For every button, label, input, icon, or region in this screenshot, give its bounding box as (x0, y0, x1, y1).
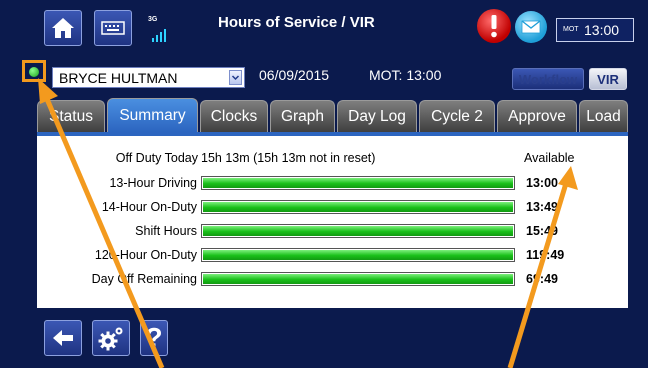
help-button[interactable]: ? (140, 320, 168, 356)
duty-clock-label: 13-Hour Driving (109, 176, 197, 190)
off-duty-value: 15h 13m (15h 13m not in reset) (201, 151, 376, 165)
duty-clock-value: 15:49 (526, 224, 558, 238)
duty-clock-label: Day Off Remaining (91, 272, 197, 286)
settings-button[interactable] (92, 320, 130, 356)
duty-clock-row: 120-Hour On-Duty 119:49 (37, 246, 628, 266)
alert-icon[interactable] (476, 8, 512, 44)
vir-button[interactable]: VIR (589, 68, 627, 90)
tab-approve[interactable]: Approve (497, 100, 577, 132)
duty-clock-progress-bar (201, 248, 515, 262)
status-led-icon (29, 67, 39, 77)
network-indicator: 3G (146, 14, 170, 44)
duty-clock-value: 119:49 (526, 248, 565, 262)
duty-clock-row: Day Off Remaining 69:49 (37, 270, 628, 290)
duty-clock-progress-bar (201, 176, 515, 190)
keyboard-icon (101, 21, 125, 35)
chevron-down-icon (229, 70, 242, 85)
mail-icon[interactable] (514, 10, 548, 44)
page-title: Hours of Service / VIR (218, 14, 375, 31)
tab-cycle-2[interactable]: Cycle 2 (419, 100, 495, 132)
home-icon (52, 18, 74, 38)
tab-load[interactable]: Load (579, 100, 628, 132)
duty-clock-progress-bar (201, 272, 515, 286)
progress-fill (203, 178, 513, 188)
workflow-button[interactable]: Workflow (512, 68, 584, 90)
duty-clock-row: 13-Hour Driving 13:00 (37, 174, 628, 194)
tab-status[interactable]: Status (37, 100, 105, 132)
tab-day-log[interactable]: Day Log (337, 100, 417, 132)
mot-time: MOT: 13:00 (369, 67, 442, 83)
clock-time: 13:00 (584, 22, 620, 38)
off-duty-row: Off Duty Today 15h 13m (15h 13m not in r… (37, 149, 628, 169)
duty-clock-value: 13:49 (526, 200, 558, 214)
current-date: 06/09/2015 (259, 67, 330, 83)
network-label: 3G (148, 16, 158, 23)
signal-icon (152, 29, 166, 42)
duty-clock-label: 14-Hour On-Duty (101, 200, 197, 214)
duty-clock-progress-bar (201, 224, 515, 238)
driver-select[interactable]: BRYCE HULTMAN (52, 67, 245, 88)
help-icon: ? (145, 322, 163, 353)
clock-display: MOT 13:00 (556, 18, 634, 42)
progress-fill (203, 226, 513, 236)
duty-clock-row: Shift Hours 15:49 (37, 222, 628, 242)
progress-fill (203, 202, 513, 212)
availability-status: Available (524, 151, 575, 165)
home-button[interactable] (44, 10, 82, 46)
settings-icon (98, 327, 123, 351)
duty-clock-label: 120-Hour On-Duty (94, 248, 197, 262)
duty-clock-row: 14-Hour On-Duty 13:49 (37, 198, 628, 218)
keyboard-button[interactable] (94, 10, 132, 46)
duty-clock-value: 13:00 (526, 176, 558, 190)
tab-graph[interactable]: Graph (270, 100, 335, 132)
off-duty-label: Off Duty Today (115, 151, 198, 165)
back-arrow-icon (53, 330, 73, 346)
duty-clock-progress-bar (201, 200, 515, 214)
back-button[interactable] (44, 320, 82, 356)
driver-select-value: BRYCE HULTMAN (59, 70, 178, 86)
progress-fill (203, 250, 513, 260)
clock-mot-label: MOT (563, 26, 579, 33)
tab-summary[interactable]: Summary (107, 98, 198, 132)
summary-panel: Off Duty Today 15h 13m (15h 13m not in r… (37, 132, 628, 308)
tab-clocks[interactable]: Clocks (200, 100, 268, 132)
progress-fill (203, 274, 513, 284)
duty-clock-label: Shift Hours (135, 224, 197, 238)
duty-clock-value: 69:49 (526, 272, 558, 286)
